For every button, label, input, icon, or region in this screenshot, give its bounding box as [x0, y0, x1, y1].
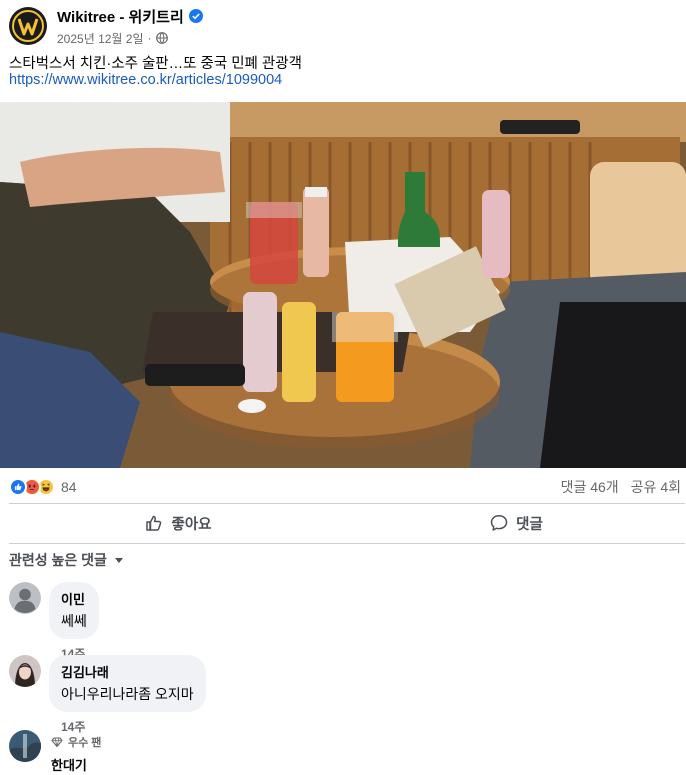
starbucks-table-photo — [0, 102, 686, 468]
post-header: Wikitree - 위키트리 2025년 12월 2일 · — [9, 4, 203, 48]
like-icon — [9, 478, 27, 496]
avatar[interactable] — [9, 655, 41, 687]
comment-text: 쎄쎄 — [61, 613, 87, 629]
avatar[interactable] — [9, 582, 41, 614]
comment-label: 댓글 — [516, 516, 543, 533]
wikitree-logo-icon — [12, 10, 44, 42]
comment-icon — [490, 515, 508, 531]
user-photo-avatar — [9, 655, 41, 687]
comment-author[interactable]: 김김나래 — [61, 662, 194, 681]
diamond-icon — [51, 737, 63, 748]
comment-sort-dropdown[interactable]: 관련성 높은 댓글 — [9, 550, 125, 570]
divider — [9, 503, 685, 504]
comment-item: 이민 쎄쎄 14주 — [9, 582, 99, 662]
post-photo[interactable] — [0, 102, 686, 468]
top-fan-badge[interactable]: 우수 팬 — [51, 734, 101, 750]
like-label: 좋아요 — [171, 516, 212, 533]
page-avatar[interactable] — [9, 7, 47, 45]
thumbs-up-icon — [146, 515, 162, 531]
share-count[interactable]: 공유 4회 — [631, 477, 681, 497]
comment-item: 김김나래 아니우리나라좀 오지마 14주 — [9, 655, 206, 735]
caret-down-icon — [114, 558, 123, 563]
post-text: 스타벅스서 치킨·소주 술판…또 중국 민폐 관광객 — [9, 56, 302, 72]
globe-icon — [155, 32, 168, 44]
badge-label: 우수 팬 — [68, 737, 102, 749]
comment-button[interactable]: 댓글 — [347, 505, 685, 541]
comment-author[interactable]: 이민 — [61, 589, 87, 608]
comment-bubble: 김김나래 아니우리나라좀 오지마 — [49, 655, 206, 712]
post-actions: 좋아요 댓글 — [9, 505, 685, 541]
reaction-summary[interactable]: 84 — [9, 478, 77, 496]
reactions-bar: 84 댓글 46개 공유 4회 — [9, 476, 681, 498]
comment-item: 우수 팬 한대기 — [9, 730, 101, 774]
default-avatar-icon — [9, 582, 41, 614]
comment-bubble: 이민 쎄쎄 — [49, 582, 99, 639]
divider — [9, 543, 685, 544]
comment-text: 아니우리나라좀 오지마 — [61, 686, 194, 702]
verified-badge-icon — [188, 9, 203, 23]
comment-count[interactable]: 댓글 46개 — [561, 477, 619, 497]
avatar[interactable] — [9, 730, 41, 762]
post-date[interactable]: 2025년 12월 2일 — [57, 30, 144, 47]
comment-author[interactable]: 한대기 — [51, 755, 101, 774]
page-name[interactable]: Wikitree - 위키트리 — [57, 6, 184, 27]
post-link[interactable]: https://www.wikitree.co.kr/articles/1099… — [9, 72, 282, 88]
like-button[interactable]: 좋아요 — [9, 505, 347, 541]
meta-separator: · — [147, 31, 152, 45]
user-photo-avatar — [9, 730, 41, 762]
sort-label: 관련성 높은 댓글 — [9, 552, 107, 568]
reaction-count: 84 — [61, 479, 77, 495]
